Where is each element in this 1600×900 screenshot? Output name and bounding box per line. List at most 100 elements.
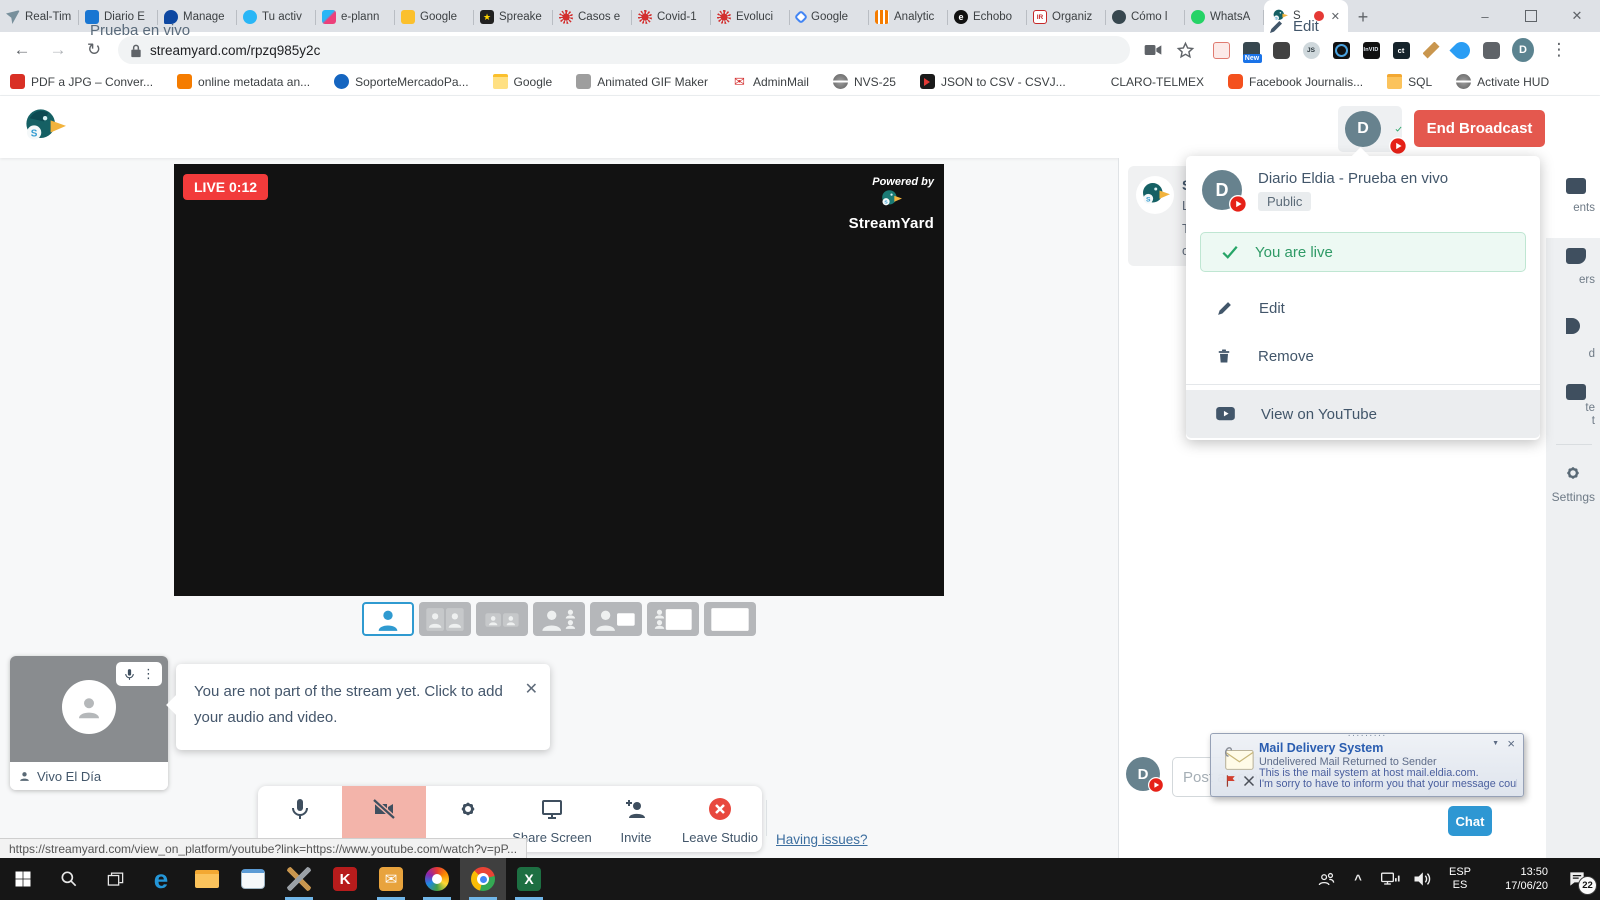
banners-tab-icon[interactable]: [1566, 248, 1586, 264]
bookmark-item[interactable]: online metadata an...: [177, 74, 310, 89]
browser-tab[interactable]: eEchobo: [948, 2, 1027, 32]
reload-button[interactable]: ↻: [80, 36, 108, 64]
extension-feather-icon[interactable]: [1450, 39, 1472, 61]
address-bar[interactable]: streamyard.com/rpzq985y2c: [118, 36, 1130, 64]
banners-tab-label[interactable]: ers: [1579, 274, 1595, 286]
settings-tab-label[interactable]: Settings: [1552, 490, 1595, 504]
tab-camera-indicator-icon[interactable]: [1142, 39, 1164, 61]
private-chat-tab-label2[interactable]: t: [1592, 415, 1595, 427]
notification-quick-actions[interactable]: [1225, 774, 1255, 788]
tray-clock[interactable]: 13:50 17/06/20: [1482, 865, 1554, 893]
layout-solo-button[interactable]: [362, 602, 414, 636]
new-tab-button[interactable]: +: [1348, 2, 1378, 32]
bookmark-item[interactable]: Google: [493, 74, 553, 89]
taskbar-paint-app[interactable]: [414, 858, 460, 900]
more-options-icon[interactable]: ⋮: [142, 666, 155, 682]
browser-tab[interactable]: Covid-1: [632, 2, 711, 32]
tray-volume-icon[interactable]: [1406, 858, 1438, 900]
banner-close-icon[interactable]: ✕: [525, 676, 538, 704]
private-chat-tab-label[interactable]: te: [1585, 402, 1595, 414]
flag-icon[interactable]: [1225, 774, 1238, 788]
preview-thumbnail[interactable]: ⋮: [10, 656, 168, 762]
browser-tab[interactable]: ★Spreake: [474, 2, 553, 32]
bookmark-star-icon[interactable]: [1174, 39, 1196, 61]
dropdown-edit-item[interactable]: Edit: [1186, 286, 1540, 330]
bookmark-item[interactable]: ✉AdminMail: [732, 74, 809, 89]
delete-x-icon[interactable]: [1243, 775, 1255, 787]
self-preview-card[interactable]: ⋮ Vivo El Día: [10, 656, 168, 790]
bookmark-item[interactable]: JSON to CSV - CSVJ...: [920, 74, 1066, 89]
bookmark-item[interactable]: SQL: [1387, 74, 1432, 89]
task-view-button[interactable]: [92, 858, 138, 900]
browser-menu-icon[interactable]: ⋮: [1548, 39, 1570, 61]
layout-two-small-button[interactable]: [476, 602, 528, 636]
browser-tab[interactable]: IROrganiz: [1027, 2, 1106, 32]
taskbar-edge[interactable]: e: [138, 858, 184, 900]
bookmark-item[interactable]: NVS-25: [833, 74, 896, 89]
layout-group-button[interactable]: [533, 602, 585, 636]
layout-pip-button[interactable]: [590, 602, 642, 636]
preview-controls[interactable]: ⋮: [116, 662, 162, 686]
extension-incognito-icon[interactable]: [1270, 39, 1292, 61]
edit-broadcast-button[interactable]: Edit: [1268, 18, 1319, 35]
extension-invid-icon[interactable]: InVID: [1360, 39, 1382, 61]
tray-language-indicator[interactable]: ESP ES: [1438, 866, 1482, 892]
having-issues-link[interactable]: Having issues?: [776, 832, 868, 847]
taskbar-outlook[interactable]: ✉: [368, 858, 414, 900]
leave-studio-button[interactable]: Leave Studio: [678, 786, 762, 852]
window-close-button[interactable]: ✕: [1554, 0, 1600, 32]
layout-fullscreen-share-button[interactable]: [704, 602, 756, 636]
taskbar-tools-app[interactable]: [276, 858, 322, 900]
dropdown-remove-item[interactable]: Remove: [1186, 334, 1540, 378]
browser-tab[interactable]: e-plann: [316, 2, 395, 32]
extension-js-icon[interactable]: JS: [1300, 39, 1322, 61]
browser-tab[interactable]: Google: [395, 2, 474, 32]
browser-profile-avatar[interactable]: D: [1512, 39, 1534, 61]
extension-ct-icon[interactable]: ct: [1390, 39, 1412, 61]
tray-network-icon[interactable]: [1374, 858, 1406, 900]
browser-tab[interactable]: Evoluci: [711, 2, 790, 32]
taskbar-k-app[interactable]: K: [322, 858, 368, 900]
layout-sidebar-share-button[interactable]: [647, 602, 699, 636]
private-chat-tab-icon[interactable]: [1566, 384, 1586, 400]
extension-hammer-icon[interactable]: [1420, 39, 1442, 61]
settings-gear-icon[interactable]: [1562, 462, 1584, 484]
notification-options-icon[interactable]: ▼: [1492, 740, 1499, 747]
bookmark-item[interactable]: Facebook Journalis...: [1228, 74, 1363, 89]
tab-close-icon[interactable]: ✕: [1331, 10, 1340, 23]
tray-chevron-up-icon[interactable]: ^: [1342, 858, 1374, 900]
extension-pdf-icon[interactable]: [1210, 39, 1232, 61]
taskbar-chrome[interactable]: [460, 858, 506, 900]
browser-tab[interactable]: WhatsA: [1185, 2, 1264, 32]
taskbar-notepad[interactable]: [230, 858, 276, 900]
layout-two-up-button[interactable]: [419, 602, 471, 636]
destination-avatar-button[interactable]: D: [1338, 106, 1402, 152]
bookmark-item[interactable]: CLARO-TELMEX: [1090, 74, 1204, 89]
mail-notification-popup[interactable]: ········· ▼ × Mail Delivery System Undel…: [1210, 733, 1524, 797]
extension-new-icon[interactable]: New: [1240, 39, 1262, 61]
tray-people-icon[interactable]: [1310, 858, 1342, 900]
browser-tab[interactable]: Cómo l: [1106, 2, 1185, 32]
window-maximize-button[interactable]: [1508, 0, 1554, 32]
bookmark-item[interactable]: Animated GIF Maker: [576, 74, 708, 89]
taskbar-file-explorer[interactable]: [184, 858, 230, 900]
forward-button[interactable]: →: [44, 36, 72, 64]
extension-crosshair-icon[interactable]: [1330, 39, 1352, 61]
notification-close-icon[interactable]: ×: [1507, 736, 1515, 751]
bookmark-item[interactable]: Activate HUD: [1456, 74, 1549, 89]
dropdown-view-on-youtube-item[interactable]: View on YouTube: [1186, 390, 1540, 438]
bookmark-item[interactable]: PDF a JPG – Conver...: [10, 74, 153, 89]
comments-tab-icon[interactable]: [1566, 178, 1586, 194]
bookmark-item[interactable]: SoporteMercadoPa...: [334, 74, 468, 89]
notification-grip[interactable]: ·········: [1211, 730, 1523, 741]
taskbar-search-button[interactable]: [46, 858, 92, 900]
browser-tab[interactable]: Real-Tim: [0, 2, 79, 32]
back-button[interactable]: ←: [8, 36, 36, 64]
browser-tab[interactable]: Google: [790, 2, 869, 32]
brand-tab-label[interactable]: d: [1589, 348, 1595, 360]
end-broadcast-button[interactable]: End Broadcast: [1414, 110, 1545, 147]
window-minimize-button[interactable]: –: [1462, 0, 1508, 32]
taskbar-excel[interactable]: X: [506, 858, 552, 900]
chat-tab-button[interactable]: Chat: [1448, 806, 1492, 836]
action-center-button[interactable]: 22: [1554, 858, 1600, 900]
